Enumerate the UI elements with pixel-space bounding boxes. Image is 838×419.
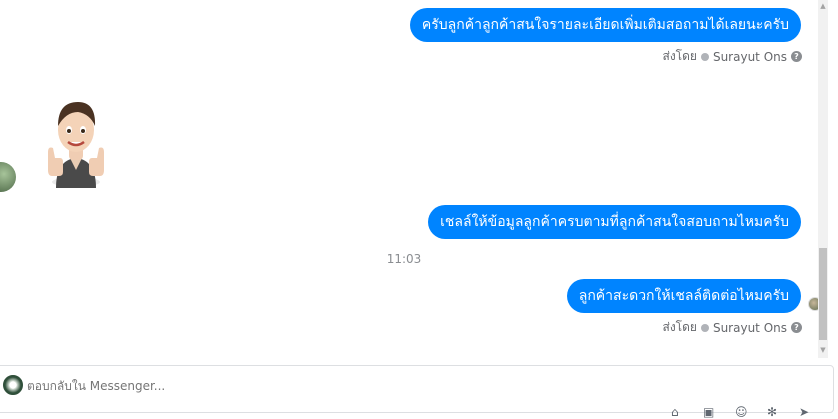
- scrollbar-thumb[interactable]: [819, 248, 827, 340]
- page-avatar: [3, 375, 23, 395]
- sent-by-line-2: ส่งโดย Surayut Ons ?: [662, 318, 802, 337]
- page-avatar-icon: [700, 323, 709, 332]
- sent-by-prefix: ส่งโดย: [662, 320, 697, 334]
- message-bubble-1[interactable]: ครับลูกค้าลูกค้าสนใจรายละเอียดเพิ่มเติมส…: [409, 8, 801, 42]
- image-icon[interactable]: ▣: [703, 406, 717, 418]
- thumbs-up-sticker: [38, 96, 116, 188]
- reply-composer[interactable]: ⌂ ▣ ☺ ✻ ➤: [0, 365, 834, 418]
- scroll-down-arrow-icon[interactable]: ▼: [819, 346, 827, 354]
- attachment-icon[interactable]: ⌂: [671, 406, 685, 418]
- page-avatar-icon: [700, 52, 709, 61]
- scroll-up-arrow-icon[interactable]: ▲: [819, 2, 827, 10]
- reply-input[interactable]: [27, 376, 627, 396]
- message-thread[interactable]: ครับลูกค้าลูกค้าสนใจรายละเอียดเพิ่มเติมส…: [0, 0, 828, 358]
- help-icon[interactable]: ?: [791, 322, 802, 333]
- scrollbar[interactable]: ▲ ▼: [818, 0, 828, 358]
- settings-icon[interactable]: ✻: [767, 406, 781, 418]
- sent-by-line-1: ส่งโดย Surayut Ons ?: [662, 47, 802, 66]
- message-timestamp: 11:03: [386, 252, 422, 266]
- send-icon[interactable]: ➤: [799, 406, 813, 418]
- composer-toolbar: ⌂ ▣ ☺ ✻ ➤: [671, 406, 813, 418]
- customer-avatar[interactable]: [0, 162, 16, 192]
- message-bubble-2[interactable]: เชลล์ให้ข้อมูลลูกค้าครบตามที่ลูกค้าสนใจส…: [428, 205, 801, 239]
- help-icon[interactable]: ?: [791, 51, 802, 62]
- emoji-icon[interactable]: ☺: [735, 406, 749, 418]
- sent-by-prefix: ส่งโดย: [662, 49, 697, 63]
- sender-name[interactable]: Surayut Ons: [713, 50, 787, 64]
- sender-name[interactable]: Surayut Ons: [713, 321, 787, 335]
- message-bubble-3[interactable]: ลูกค้าสะดวกให้เชลล์ติดต่อไหมครับ: [566, 279, 801, 313]
